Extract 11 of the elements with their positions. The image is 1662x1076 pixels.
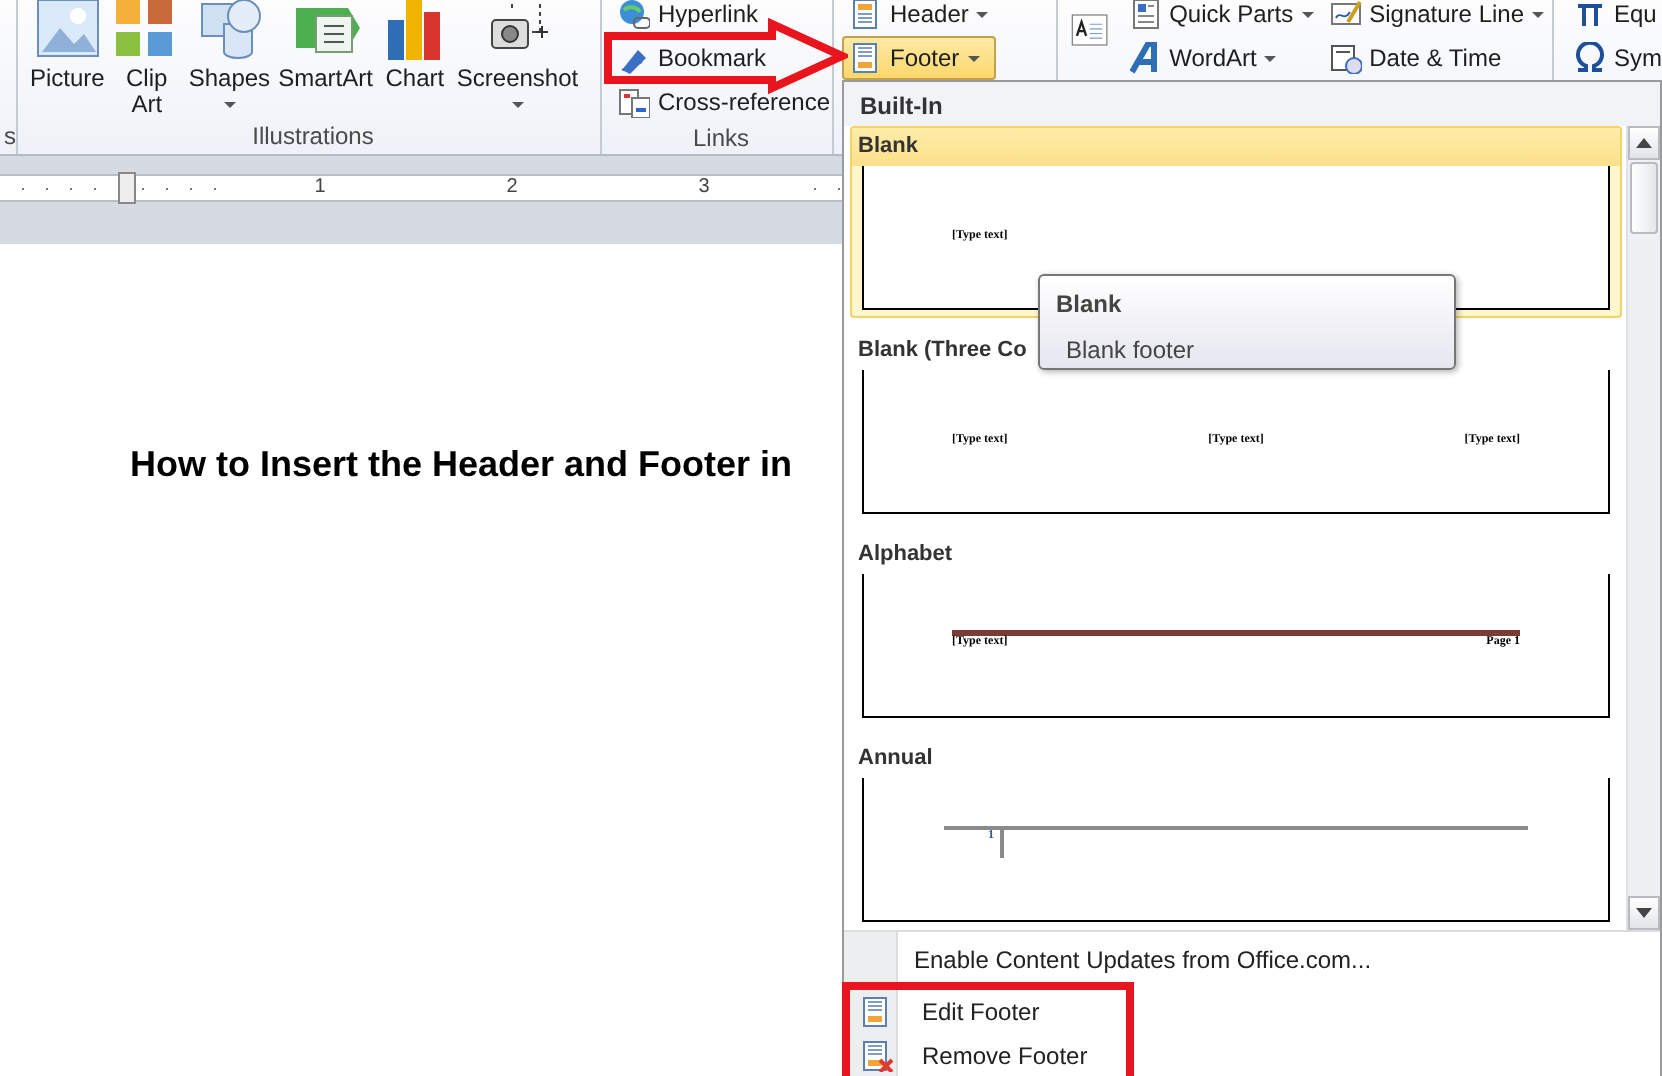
tooltip-title: Blank <box>1056 288 1124 322</box>
section-header: Built-In <box>844 82 1660 126</box>
gallery-item-title: Annual <box>856 744 935 774</box>
group-label: Links <box>690 124 751 152</box>
document-heading: How to Insert the Header and Footer in <box>130 444 795 486</box>
gallery-item-title: Blank <box>856 132 920 162</box>
tooltip-text: Blank footer <box>1066 334 1197 368</box>
gallery-item-title: Alphabet <box>856 540 955 570</box>
group-label: Illustrations <box>250 122 376 150</box>
group-label: s <box>2 122 16 150</box>
gallery-item-title: Blank (Three Co <box>856 336 1029 366</box>
